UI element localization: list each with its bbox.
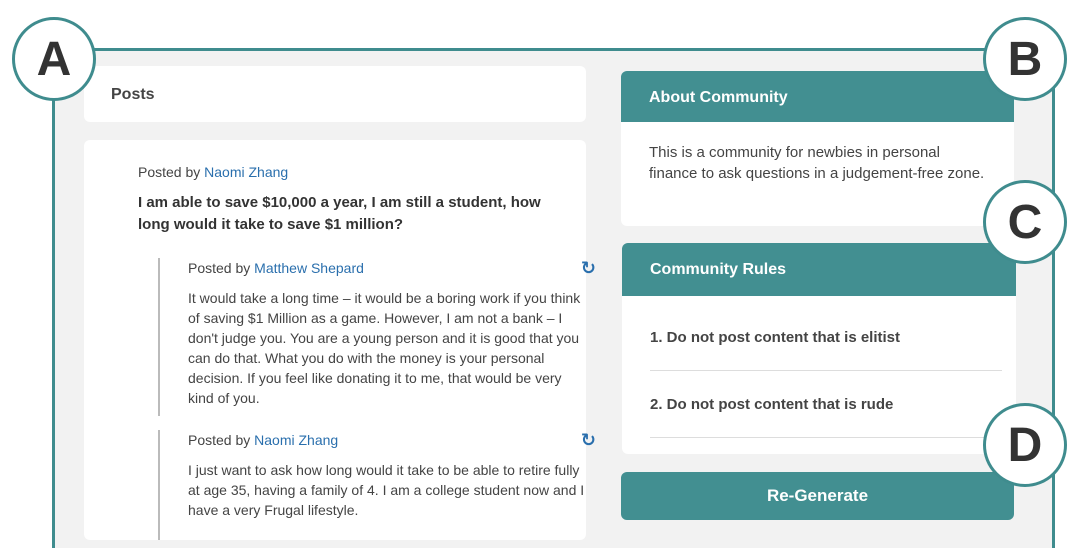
- comment: Posted by Matthew Shepard ↻ It would tak…: [158, 258, 596, 416]
- post-author-link[interactable]: Naomi Zhang: [204, 164, 288, 180]
- rule-item: 2. Do not post content that is rude: [650, 396, 894, 413]
- badge-c: C: [983, 180, 1067, 264]
- comment-body: I just want to ask how long would it tak…: [188, 462, 585, 518]
- comment: Posted by Naomi Zhang ↻ I just want to a…: [158, 430, 596, 540]
- posts-title: Posts: [111, 86, 155, 103]
- comment-author-link[interactable]: Naomi Zhang: [254, 432, 338, 448]
- badge-b: B: [983, 17, 1067, 101]
- comment-author-link[interactable]: Matthew Shepard: [254, 260, 364, 276]
- community-rules-header: Community Rules: [622, 243, 1016, 296]
- about-community-header: About Community: [621, 71, 1014, 122]
- post-byline: Posted by Naomi Zhang: [138, 164, 289, 180]
- about-community-description: This is a community for newbies in perso…: [649, 144, 985, 182]
- regenerate-button[interactable]: Re-Generate: [621, 472, 1014, 520]
- posts-header: Posts: [84, 66, 586, 122]
- post-title: I am able to save $10,000 a year, I am s…: [138, 194, 541, 233]
- about-community-title: About Community: [649, 89, 788, 106]
- comment-byline: Posted by Matthew Shepard: [188, 260, 364, 276]
- post-card: Posted by Naomi Zhang I am able to save …: [84, 140, 596, 540]
- community-rules-body: 1. Do not post content that is elitist 2…: [622, 296, 1016, 454]
- badge-a: A: [12, 17, 96, 101]
- comment-byline: Posted by Naomi Zhang: [188, 432, 339, 448]
- divider: [650, 437, 1002, 438]
- refresh-icon[interactable]: ↻: [581, 430, 596, 451]
- rule-item: 1. Do not post content that is elitist: [650, 329, 901, 346]
- comment-body: It would take a long time – it would be …: [188, 290, 581, 406]
- badge-d: D: [983, 403, 1067, 487]
- refresh-icon[interactable]: ↻: [581, 258, 596, 279]
- divider: [650, 370, 1002, 371]
- about-community-body: This is a community for newbies in perso…: [621, 122, 1014, 226]
- community-rules-title: Community Rules: [650, 261, 787, 278]
